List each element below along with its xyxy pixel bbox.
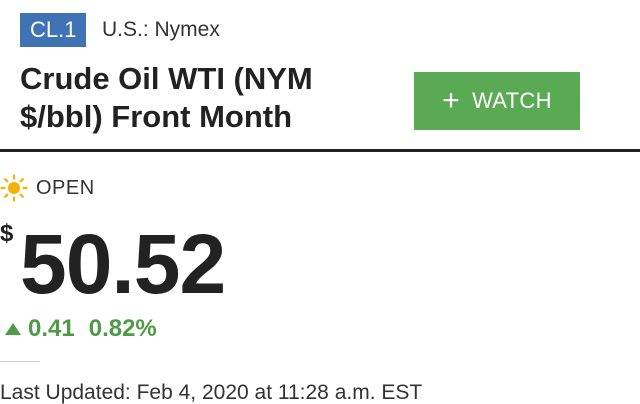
ticker-badge[interactable]: CL.1	[20, 13, 87, 47]
currency-symbol: $	[0, 220, 14, 247]
section-divider	[0, 361, 40, 362]
last-updated: Last Updated: Feb 4, 2020 at 11:28 a.m. …	[0, 381, 423, 404]
price-change: 0.41 0.82%	[4, 314, 157, 344]
change-value: 0.41	[28, 315, 75, 342]
triangle-up-icon	[5, 323, 21, 335]
quote-page: CL.1 U.S.: Nymex Crude Oil WTI (NYM $/bb…	[0, 0, 640, 404]
change-percent: 0.82%	[88, 315, 157, 342]
header-divider	[0, 149, 640, 152]
watch-button-label: WATCH	[472, 88, 552, 113]
market-status-label: OPEN	[36, 176, 95, 199]
last-price: 50.52	[20, 217, 226, 311]
sun-icon	[0, 174, 28, 202]
plus-icon: +	[442, 84, 461, 117]
exchange-label: U.S.: Nymex	[102, 18, 220, 41]
market-status: OPEN	[0, 174, 95, 202]
watch-button[interactable]: + WATCH	[414, 72, 580, 130]
instrument-title: Crude Oil WTI (NYM $/bbl) Front Month	[20, 61, 313, 134]
